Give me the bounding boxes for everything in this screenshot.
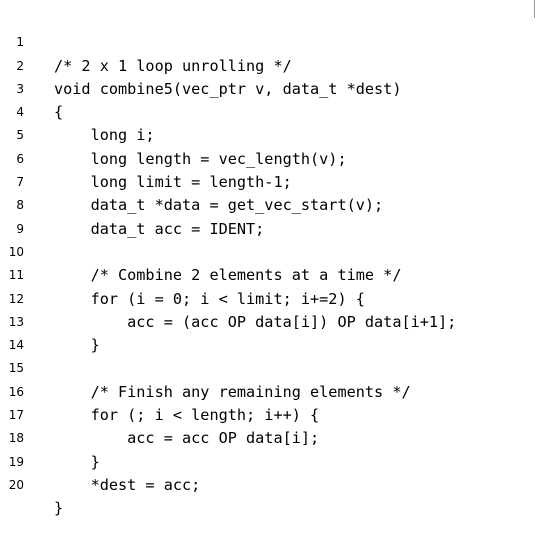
code-line-8: 8 data_t acc = IDENT;: [0, 171, 536, 237]
code-line-13: 13 }: [0, 288, 536, 354]
code-line-18: 18 }: [0, 404, 536, 470]
code-line-19: 19 *dest = acc;: [0, 427, 536, 494]
code-line-9: 9: [0, 194, 536, 236]
code-line-10: 10 /* Combine 2 elements at a time */: [0, 218, 536, 284]
code-line-3: 3 {: [0, 55, 536, 121]
line-code: }: [54, 499, 64, 518]
code-listing: 1 /* 2 x 1 loop unrolling */ 2 void comb…: [0, 8, 536, 517]
code-line-7: 7 data_t *data = get_vec_start(v);: [0, 148, 536, 214]
code-line-2: 2 void combine5(vec_ptr v, data_t *dest): [0, 31, 536, 98]
code-line-11: 11 for (i = 0; i < limit; i+=2) {: [0, 241, 536, 307]
code-line-1: 1 /* 2 x 1 loop unrolling */: [0, 8, 536, 74]
code-line-12: 12 acc = (acc OP data[i]) OP data[i+1];: [0, 264, 536, 331]
code-line-5: 5 long length = vec_length(v);: [0, 101, 536, 167]
line-code: *dest = acc;: [54, 475, 201, 494]
code-line-20: 20 }: [0, 451, 536, 517]
code-line-4: 4 long i;: [0, 78, 536, 144]
line-number: 20: [8, 477, 24, 492]
code-line-17: 17 acc = acc OP data[i];: [0, 381, 536, 447]
code-line-14: 14: [0, 311, 536, 352]
code-line-6: 6 long limit = length-1;: [0, 124, 536, 191]
code-line-15: 15 /* Finish any remaining elements */: [0, 334, 536, 400]
code-line-16: 16 for (; i < length; i++) {: [0, 357, 536, 424]
